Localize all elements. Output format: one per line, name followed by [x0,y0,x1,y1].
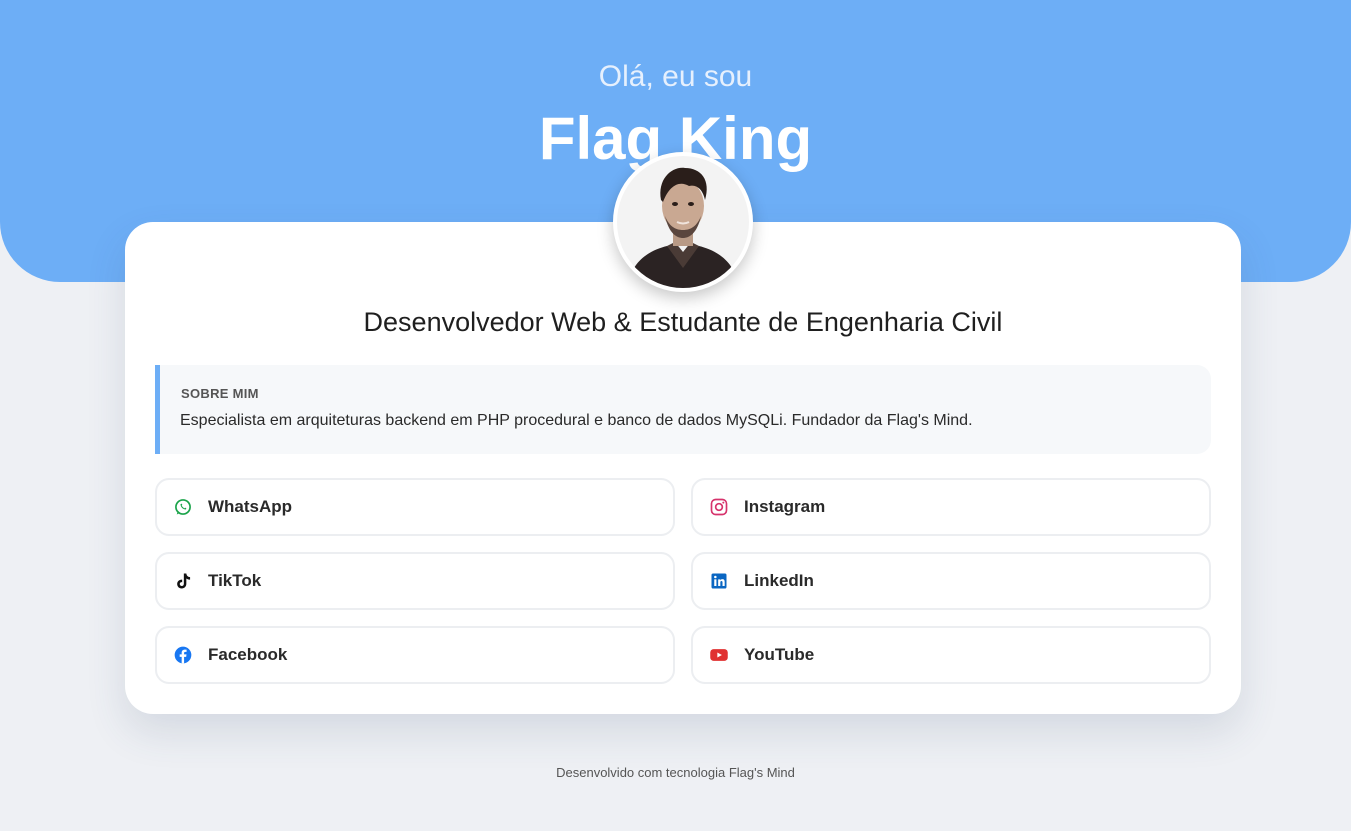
tiktok-icon [172,570,194,592]
tiktok-link[interactable]: TikTok [155,552,675,610]
whatsapp-link[interactable]: WhatsApp [155,478,675,536]
footer-text: Desenvolvido com tecnologia Flag's Mind [556,765,795,780]
link-label: LinkedIn [744,571,814,590]
instagram-icon [708,496,730,518]
facebook-icon [172,644,194,666]
profile-photo [617,156,749,288]
greeting-text: Olá, eu sou [598,60,753,93]
avatar [613,152,753,292]
about-title: SOBRE MIM [181,386,259,401]
link-label: Facebook [208,645,288,664]
link-label: TikTok [208,571,262,590]
linkedin-icon [708,570,730,592]
youtube-link[interactable]: YouTube [691,626,1211,684]
profile-role: Desenvolvedor Web & Estudante de Engenha… [363,307,1003,337]
whatsapp-icon [172,496,194,518]
link-label: Instagram [744,497,826,516]
about-text: Especialista em arquiteturas backend em … [180,412,973,429]
youtube-icon [708,644,730,666]
link-label: YouTube [744,645,815,664]
facebook-link[interactable]: Facebook [155,626,675,684]
link-label: WhatsApp [208,497,293,516]
about-section: SOBRE MIM Especialista em arquiteturas b… [155,365,1211,454]
linkedin-link[interactable]: LinkedIn [691,552,1211,610]
instagram-link[interactable]: Instagram [691,478,1211,536]
